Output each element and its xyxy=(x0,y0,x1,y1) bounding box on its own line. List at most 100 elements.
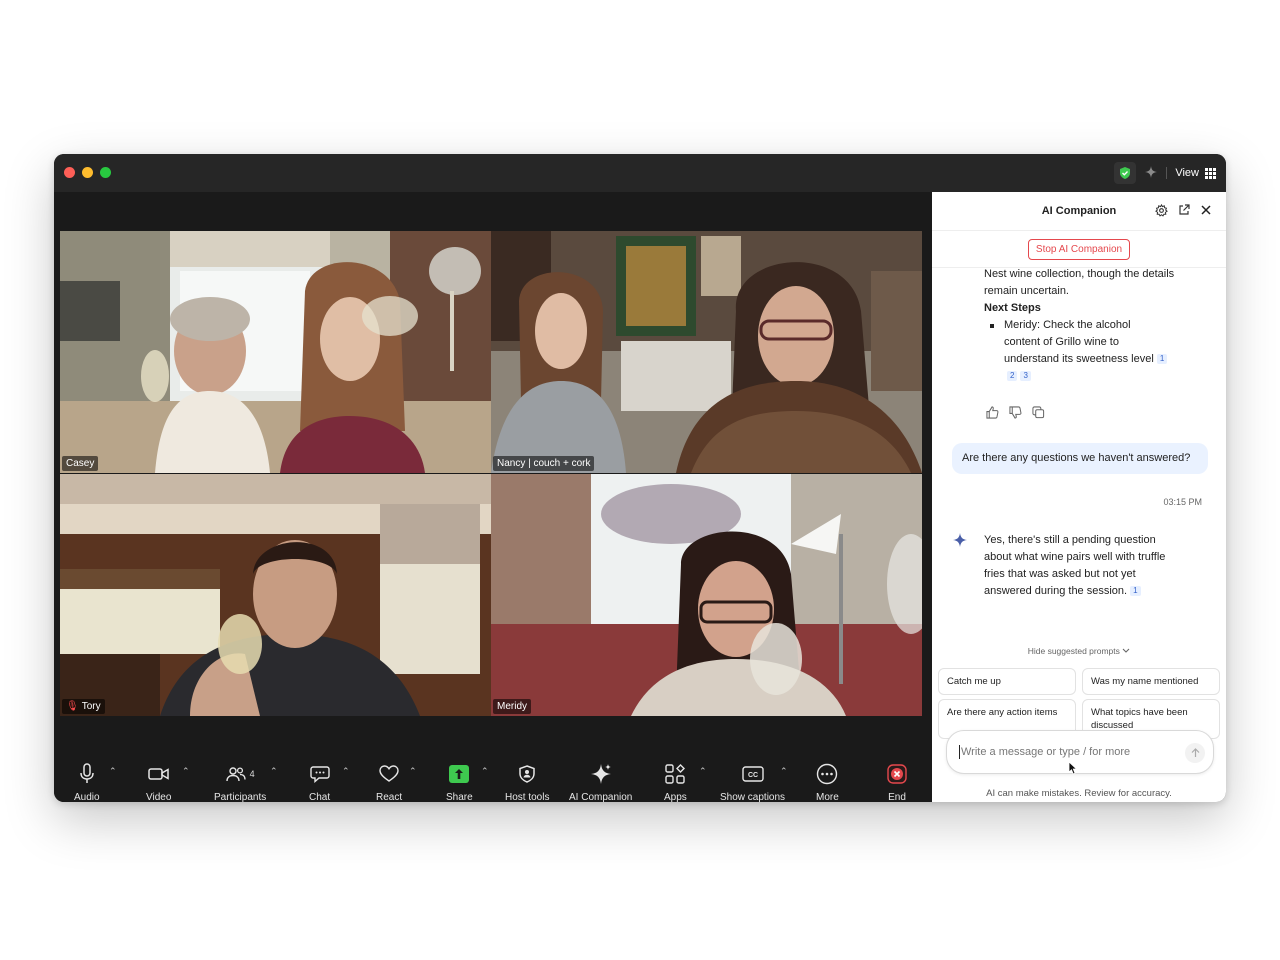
mouse-pointer-icon xyxy=(1068,761,1078,780)
show-captions-button[interactable]: CC Show captions xyxy=(720,762,785,802)
participant-name-tag: Meridy xyxy=(493,699,532,714)
ai-sparkle-icon[interactable] xyxy=(1144,165,1158,182)
ai-companion-panel: AI Companion Stop AI Companion Nest wine… xyxy=(932,192,1226,802)
stop-ai-companion-button[interactable]: Stop AI Companion xyxy=(1027,238,1131,260)
panel-title: AI Companion xyxy=(1041,205,1117,217)
end-label: End xyxy=(888,792,906,802)
host-shield-icon xyxy=(519,762,535,786)
participant-name: Meridy xyxy=(497,701,528,712)
prompt-chip[interactable]: Was my name mentioned xyxy=(1082,668,1220,695)
video-tile-nancy[interactable]: Nancy | couch + cork xyxy=(491,231,922,473)
citation-badge[interactable]: 3 xyxy=(1020,371,1031,381)
video-label: Video xyxy=(146,792,172,802)
microphone-icon xyxy=(79,762,95,786)
video-button[interactable]: Video xyxy=(146,762,171,802)
ai-reply-line: answered during the session. xyxy=(984,585,1128,597)
maximize-window-button[interactable] xyxy=(100,167,111,178)
view-label: View xyxy=(1175,167,1199,179)
chat-button[interactable]: Chat xyxy=(309,762,330,802)
audio-button[interactable]: Audio xyxy=(74,762,100,802)
thumbs-up-icon[interactable] xyxy=(986,406,999,425)
end-meeting-button[interactable]: End xyxy=(887,762,907,802)
apps-grid-icon xyxy=(665,762,686,786)
video-feed-casey xyxy=(60,231,491,473)
participant-name-tag: Casey xyxy=(62,456,99,471)
text-cursor xyxy=(959,745,960,759)
prompt-chip[interactable]: Catch me up xyxy=(938,668,1076,695)
conversation-area[interactable]: Nest wine collection, though the details… xyxy=(932,268,1226,640)
ai-reply-message: Yes, there's still a pending question ab… xyxy=(984,532,1204,600)
ai-companion-button[interactable]: AI Companion xyxy=(569,762,632,802)
citation-badge[interactable]: 1 xyxy=(1156,354,1168,364)
more-label: More xyxy=(816,792,839,802)
send-button[interactable] xyxy=(1185,743,1205,763)
chat-label: Chat xyxy=(309,792,331,802)
suggested-prompts-section: Hide suggested prompts Catch me up Was m… xyxy=(932,640,1226,802)
ai-reply-line: about what wine pairs well with truffle xyxy=(984,551,1166,563)
citation-badge[interactable]: 2 xyxy=(1007,371,1018,381)
thumbs-down-icon[interactable] xyxy=(1009,406,1022,425)
grid-icon xyxy=(1205,167,1216,179)
hide-prompts-label: Hide suggested prompts xyxy=(1027,646,1120,656)
send-arrow-icon xyxy=(1191,748,1199,757)
message-input[interactable]: Write a message or type / for more xyxy=(946,730,1214,774)
react-button[interactable]: React xyxy=(376,762,402,802)
summary-line: Nest wine collection, though the details xyxy=(984,268,1175,280)
share-label: Share xyxy=(446,792,473,802)
hide-suggested-prompts-toggle[interactable]: Hide suggested prompts xyxy=(932,646,1226,656)
video-camera-icon xyxy=(147,762,170,786)
share-options-chevron-icon[interactable]: ⌃ xyxy=(481,766,489,777)
show-captions-label: Show captions xyxy=(720,792,786,802)
end-call-icon xyxy=(887,762,907,786)
meeting-toolbar: Audio ⌃ Video ⌃ 4 Participants ⌃ Chat ⌃ … xyxy=(54,752,932,802)
participants-label: Participants xyxy=(214,792,267,802)
next-step-line: content of Grillo wine to xyxy=(1004,336,1119,348)
react-options-chevron-icon[interactable]: ⌃ xyxy=(409,766,417,777)
participant-name: Casey xyxy=(66,458,95,469)
settings-gear-icon[interactable] xyxy=(1155,203,1168,220)
close-panel-icon[interactable] xyxy=(1200,204,1212,220)
video-tile-casey[interactable]: Casey xyxy=(60,231,491,473)
video-tile-tory[interactable]: 🎙 Tory xyxy=(60,474,491,716)
apps-label: Apps xyxy=(664,792,687,802)
muted-mic-icon: 🎙 xyxy=(66,701,79,712)
close-window-button[interactable] xyxy=(64,167,75,178)
share-button[interactable]: Share xyxy=(446,762,473,802)
citation-badge[interactable]: 1 xyxy=(1130,586,1141,596)
audio-options-chevron-icon[interactable]: ⌃ xyxy=(109,766,117,777)
video-tile-meridy[interactable]: Meridy xyxy=(491,474,922,716)
participant-name: Nancy | couch + cork xyxy=(497,458,591,469)
apps-button[interactable]: Apps xyxy=(664,762,687,802)
minimize-window-button[interactable] xyxy=(82,167,93,178)
more-button[interactable]: More xyxy=(816,762,839,802)
next-step-line: Meridy: Check the alcohol xyxy=(1004,319,1131,331)
participants-button[interactable]: 4 Participants xyxy=(214,762,266,802)
participant-name-tag: 🎙 Tory xyxy=(62,699,105,714)
message-timestamp: 03:15 PM xyxy=(1163,497,1202,507)
participants-options-chevron-icon[interactable]: ⌃ xyxy=(270,766,278,777)
share-screen-icon xyxy=(449,765,470,783)
title-bar: View xyxy=(54,154,1226,192)
participant-name: Tory xyxy=(81,701,101,712)
chat-options-chevron-icon[interactable]: ⌃ xyxy=(342,766,350,777)
titlebar-controls: View xyxy=(1114,162,1216,184)
pop-out-icon[interactable] xyxy=(1178,204,1190,220)
apps-options-chevron-icon[interactable]: ⌃ xyxy=(699,766,707,777)
svg-text:CC: CC xyxy=(747,772,757,779)
captions-options-chevron-icon[interactable]: ⌃ xyxy=(780,766,788,777)
participant-name-tag: Nancy | couch + cork xyxy=(493,456,595,471)
video-options-chevron-icon[interactable]: ⌃ xyxy=(182,766,190,777)
host-tools-button[interactable]: Host tools xyxy=(505,762,549,802)
ai-disclaimer: AI can make mistakes. Review for accurac… xyxy=(986,788,1172,799)
heart-icon xyxy=(379,762,399,786)
chat-bubble-icon xyxy=(309,762,330,786)
video-feed-meridy xyxy=(491,474,922,716)
participants-count: 4 xyxy=(249,769,255,779)
encryption-shield-icon[interactable] xyxy=(1114,162,1137,184)
message-input-placeholder: Write a message or type / for more xyxy=(961,746,1131,758)
video-feed-tory xyxy=(60,474,491,716)
ai-companion-sparkle-icon xyxy=(590,762,612,786)
user-message-bubble: Are there any questions we haven't answe… xyxy=(952,443,1208,474)
copy-icon[interactable] xyxy=(1032,406,1045,425)
view-button[interactable]: View xyxy=(1175,167,1216,179)
